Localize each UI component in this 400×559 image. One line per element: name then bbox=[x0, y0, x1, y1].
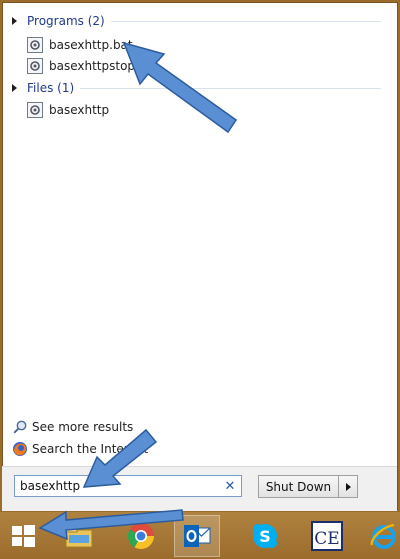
group-label: Files (1) bbox=[27, 81, 75, 95]
clear-search-icon[interactable]: ✕ bbox=[222, 479, 238, 494]
result-name: basexhttpstop.bat bbox=[49, 59, 145, 73]
result-name: basexhttp.bat bbox=[49, 38, 133, 52]
file-explorer-icon bbox=[65, 526, 93, 548]
group-label: Programs (2) bbox=[27, 14, 105, 28]
expand-arrow-icon bbox=[12, 84, 17, 92]
chrome-icon bbox=[127, 523, 155, 550]
taskbar-skype[interactable]: S bbox=[242, 515, 288, 557]
chevron-right-icon bbox=[345, 482, 351, 491]
search-icon bbox=[13, 420, 27, 434]
shutdown-button[interactable]: Shut Down bbox=[259, 476, 339, 497]
internet-explorer-icon bbox=[370, 523, 396, 549]
search-box[interactable]: ✕ bbox=[14, 475, 242, 497]
batch-file-icon bbox=[27, 58, 43, 74]
firefox-icon bbox=[13, 442, 27, 456]
result-basexhttp-bat[interactable]: basexhttp.bat bbox=[27, 35, 187, 55]
taskbar-chrome[interactable] bbox=[118, 515, 164, 557]
group-header-files[interactable]: Files (1) bbox=[5, 78, 385, 98]
outlook-icon bbox=[184, 525, 211, 547]
ce-label: CE bbox=[314, 529, 339, 549]
taskbar-outlook[interactable] bbox=[174, 515, 220, 557]
svg-text:S: S bbox=[259, 527, 271, 546]
search-internet-label: Search the Internet bbox=[32, 442, 149, 456]
result-basexhttp-file[interactable]: basexhttp bbox=[27, 100, 187, 120]
batch-file-icon bbox=[27, 37, 43, 53]
expand-arrow-icon bbox=[12, 17, 17, 25]
result-basexhttpstop-bat[interactable]: basexhttpstop.bat bbox=[27, 56, 145, 76]
ce-app-icon: CE bbox=[311, 521, 343, 551]
search-internet-link[interactable]: Search the Internet bbox=[12, 439, 148, 459]
taskbar-internet-explorer[interactable] bbox=[366, 515, 400, 557]
skype-icon: S bbox=[253, 524, 277, 548]
divider bbox=[110, 20, 381, 22]
divider bbox=[80, 87, 381, 89]
taskbar-ce-app[interactable]: CE bbox=[304, 515, 350, 557]
shutdown-control[interactable]: Shut Down bbox=[258, 475, 358, 498]
taskbar-file-explorer[interactable] bbox=[56, 515, 102, 557]
windows-logo-icon bbox=[12, 525, 35, 547]
start-button[interactable] bbox=[0, 515, 46, 557]
group-header-programs[interactable]: Programs (2) bbox=[5, 11, 385, 31]
batch-file-icon bbox=[27, 102, 43, 118]
see-more-label: See more results bbox=[32, 420, 134, 434]
shutdown-options-button[interactable] bbox=[339, 476, 357, 497]
result-name: basexhttp bbox=[49, 103, 110, 117]
search-input[interactable] bbox=[15, 477, 222, 495]
see-more-results-link[interactable]: See more results bbox=[12, 417, 133, 437]
